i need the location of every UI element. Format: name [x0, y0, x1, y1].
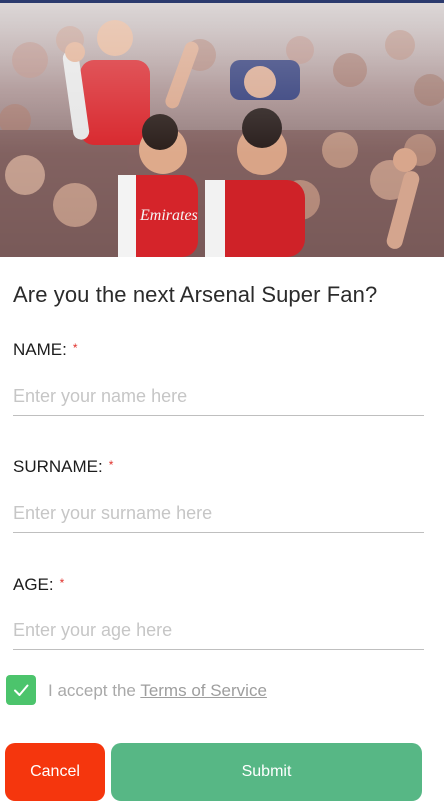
required-asterisk: * — [72, 341, 78, 355]
name-input[interactable] — [13, 377, 424, 416]
submit-button[interactable]: Submit — [111, 743, 422, 801]
age-input[interactable] — [13, 611, 424, 650]
terms-prefix: I accept the — [48, 681, 141, 700]
checkmark-icon — [14, 684, 29, 696]
crowd-photo: Emirates — [0, 0, 444, 257]
name-label: NAME: * — [13, 340, 78, 360]
surname-label-text: SURNAME: — [13, 457, 103, 476]
top-accent-bar — [0, 0, 444, 3]
age-label: AGE: * — [13, 575, 64, 595]
name-label-text: NAME: — [13, 340, 67, 359]
terms-checkbox[interactable] — [6, 675, 36, 705]
age-label-text: AGE: — [13, 575, 54, 594]
surname-label: SURNAME: * — [13, 457, 113, 477]
cancel-button[interactable]: Cancel — [5, 743, 105, 801]
hero-image: Emirates — [0, 0, 444, 257]
fan-signup-screen: Emirates Are you the next Arsenal Super … — [0, 0, 444, 808]
surname-input[interactable] — [13, 494, 424, 533]
required-asterisk: * — [59, 576, 65, 590]
terms-text: I accept the Terms of Service — [48, 681, 267, 701]
terms-of-service-link[interactable]: Terms of Service — [140, 681, 267, 700]
form-title: Are you the next Arsenal Super Fan? — [13, 282, 378, 307]
required-asterisk: * — [108, 458, 114, 472]
